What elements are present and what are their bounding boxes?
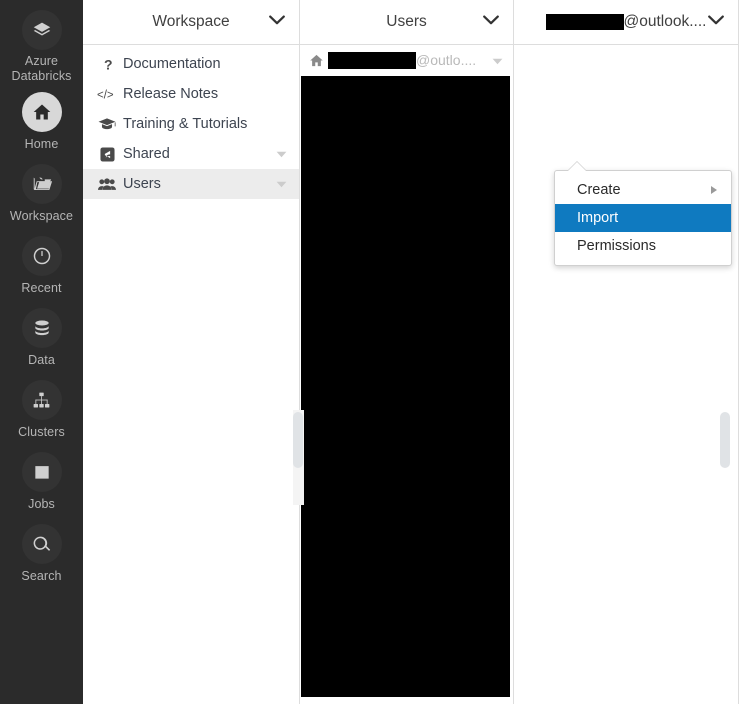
pane-workspace: Workspace ? Documentation </> Release No…: [83, 0, 300, 704]
graduation-cap-icon: [97, 117, 117, 131]
pane-user-header: @outlook....: [514, 0, 738, 45]
calendar-icon: [21, 452, 62, 492]
nav-item-label: Home: [24, 137, 59, 151]
nav-item-clusters[interactable]: Clusters: [0, 368, 83, 440]
workspace-browser: Workspace ? Documentation </> Release No…: [83, 0, 739, 704]
pane-user-scrollbar-thumb[interactable]: [720, 412, 730, 468]
code-tag-icon: </>: [97, 88, 117, 101]
menu-item-permissions[interactable]: Permissions: [555, 232, 731, 260]
workspace-item-label: Training & Tutorials: [123, 116, 248, 132]
search-icon: [21, 524, 62, 564]
clock-icon: [21, 236, 62, 276]
workspace-item-label: Release Notes: [123, 86, 219, 102]
home-icon: [306, 53, 326, 68]
workspace-item-documentation[interactable]: ? Documentation: [83, 49, 299, 79]
pane-workspace-header: Workspace: [83, 0, 299, 45]
workspace-item-users[interactable]: Users: [83, 169, 299, 199]
nav-item-azure-databricks[interactable]: Azure Databricks: [0, 0, 83, 84]
user-email-suffix: @outlo....: [416, 51, 477, 68]
context-menu: Create Import Permissions: [554, 161, 732, 266]
menu-item-create[interactable]: Create: [555, 176, 731, 204]
people-icon: [97, 177, 117, 191]
pane-users-title: Users: [386, 13, 427, 30]
nav-item-label: Clusters: [18, 425, 65, 439]
chevron-down-icon[interactable]: [483, 13, 499, 31]
menu-item-import[interactable]: Import: [555, 204, 731, 232]
database-icon: [21, 308, 62, 348]
nav-item-search[interactable]: Search: [0, 512, 83, 584]
context-menu-pointer-inner: [568, 162, 586, 171]
nav-item-jobs[interactable]: Jobs: [0, 440, 83, 512]
nav-item-label: Recent: [21, 281, 62, 295]
chevron-down-icon[interactable]: [269, 13, 285, 31]
workspace-item-release-notes[interactable]: </> Release Notes: [83, 79, 299, 109]
nav-item-home[interactable]: Home: [0, 84, 83, 152]
pane-users-scrollbar-thumb[interactable]: [293, 412, 303, 468]
caret-down-icon[interactable]: [492, 52, 503, 70]
pane-user-title: @outlook....: [545, 13, 707, 31]
user-email-suffix: @outlook....: [623, 13, 707, 30]
nav-item-label: Search: [21, 569, 62, 583]
pane-user: @outlook....: [514, 0, 739, 704]
nav-item-workspace[interactable]: Workspace: [0, 152, 83, 224]
folder-icon: [21, 164, 62, 204]
user-list-item[interactable]: @outlo....: [300, 45, 513, 76]
nav-item-label: Jobs: [28, 497, 55, 511]
workspace-item-training-tutorials[interactable]: Training & Tutorials: [83, 109, 299, 139]
menu-item-label: Import: [577, 210, 619, 226]
submenu-arrow-icon: [711, 186, 717, 194]
caret-down-icon[interactable]: [276, 145, 287, 163]
workspace-item-label: Users: [123, 176, 161, 192]
pane-users: Users @outlo....: [300, 0, 514, 704]
nav-item-data[interactable]: Data: [0, 296, 83, 368]
menu-item-label: Create: [577, 182, 621, 198]
home-icon: [21, 92, 62, 132]
workspace-item-label: Documentation: [123, 56, 221, 72]
question-mark-icon: ?: [97, 57, 117, 72]
chevron-down-icon[interactable]: [708, 13, 724, 31]
svg-text:?: ?: [104, 57, 113, 72]
workspace-item-list: ? Documentation </> Release Notes Traini…: [83, 45, 299, 199]
redacted-email-prefix: [328, 52, 416, 70]
nav-item-label: Workspace: [9, 209, 74, 223]
pane-workspace-title: Workspace: [152, 13, 230, 30]
clusters-icon: [21, 380, 62, 420]
user-list-item-label: @outlo....: [328, 52, 476, 70]
workspace-item-label: Shared: [123, 146, 170, 162]
left-nav-rail: Azure Databricks Home Workspace Recent D…: [0, 0, 83, 704]
layers-icon: [21, 10, 62, 50]
redacted-content-block: [301, 76, 510, 697]
workspace-item-shared[interactable]: Shared: [83, 139, 299, 169]
redacted-email-prefix: [545, 13, 624, 30]
menu-item-label: Permissions: [577, 238, 656, 254]
pane-users-header: Users: [300, 0, 513, 45]
caret-down-icon[interactable]: [276, 175, 287, 193]
nav-item-label: Data: [28, 353, 55, 367]
share-icon: [97, 146, 117, 162]
svg-text:</>: </>: [97, 89, 114, 101]
nav-item-label: Azure Databricks: [11, 54, 72, 83]
nav-item-recent[interactable]: Recent: [0, 224, 83, 296]
